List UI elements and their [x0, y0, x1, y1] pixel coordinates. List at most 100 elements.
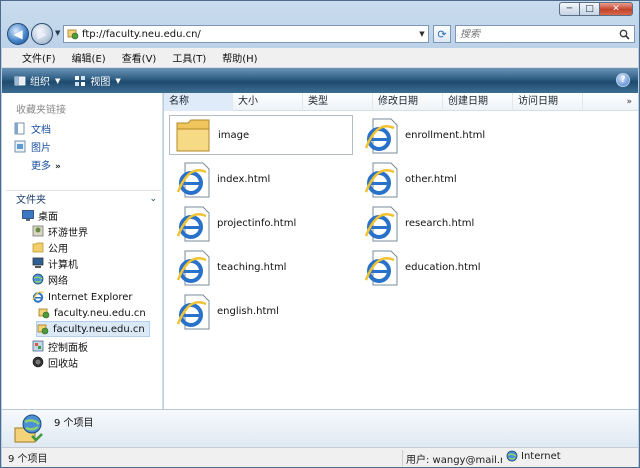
column-type[interactable]: 类型	[303, 92, 373, 111]
tree-item-label: 网络	[48, 275, 68, 287]
caption-buttons: ─ □ ✕	[559, 2, 633, 16]
help-button[interactable]: ?	[616, 73, 630, 87]
file-item[interactable]: enrollment.html	[357, 115, 541, 155]
favorite-documents-label: 文档	[31, 125, 51, 136]
tree-item-label: 环游世界	[48, 227, 88, 239]
file-item[interactable]: education.html	[357, 247, 541, 287]
menu-help[interactable]: 帮助(H)	[214, 50, 265, 65]
folders-header-label: 文件夹	[16, 195, 46, 206]
file-name: research.html	[405, 217, 475, 229]
ie-icon	[32, 291, 44, 303]
explorer-window: ─ □ ✕ ◀ ▶ ▼ ftp://faculty.neu.edu.cn/ ▼ …	[0, 0, 640, 468]
tree-item-label: 计算机	[48, 259, 78, 271]
close-button[interactable]: ✕	[599, 2, 633, 16]
status-user: 用户: wangy@mail.ne	[406, 455, 502, 466]
column-size[interactable]: 大小	[233, 92, 303, 111]
tree-item-label: 桌面	[38, 211, 58, 223]
more-chevron-icon: »	[55, 162, 61, 172]
chevron-down-icon: ⌄	[149, 193, 157, 204]
column-modified[interactable]: 修改日期	[373, 92, 443, 111]
html-file-icon	[176, 250, 210, 286]
file-name: english.html	[217, 305, 279, 317]
organize-dropdown-icon: ▼	[55, 76, 61, 85]
more-link[interactable]: 更多 »	[31, 157, 61, 172]
file-item[interactable]: projectinfo.html	[169, 203, 353, 243]
file-list-pane[interactable]: 名称 大小 类型 修改日期 创建日期 访问日期 » image enrollmen…	[164, 92, 638, 409]
organize-button[interactable]: 组织 ▼	[14, 73, 60, 88]
refresh-button[interactable]: ⟳	[433, 25, 451, 43]
forward-button[interactable]: ▶	[31, 23, 53, 45]
menu-edit[interactable]: 编辑(E)	[64, 50, 114, 65]
column-header-row: 名称 大小 类型 修改日期 创建日期 访问日期 »	[164, 92, 638, 111]
computer-icon	[32, 257, 44, 268]
column-name[interactable]: 名称	[164, 92, 233, 111]
details-item-count: 9 个项目	[54, 418, 94, 429]
column-accessed[interactable]: 访问日期	[513, 92, 583, 111]
tree-item-recycle-bin[interactable]: 回收站	[32, 354, 82, 370]
tree-item-label: Internet Explorer	[48, 291, 133, 303]
tree-item-label: faculty.neu.edu.cn	[53, 323, 145, 335]
file-name: image	[218, 129, 250, 141]
tree-item-control-panel[interactable]: 控制面板	[32, 338, 92, 354]
organize-icon	[14, 76, 26, 85]
more-label: 更多	[31, 161, 51, 172]
navigation-pane: 收藏夹链接 文档 图片 更多» 文件夹 ⌄ 桌面 环游世界 公用 计算机 网络 …	[2, 93, 163, 409]
file-item[interactable]: teaching.html	[169, 247, 353, 287]
search-box[interactable]	[455, 25, 635, 43]
organize-label: 组织	[30, 77, 50, 88]
html-file-icon	[176, 206, 210, 242]
command-bar: 组织 ▼ 视图 ▼ ?	[2, 68, 638, 93]
ftp-site-icon	[67, 29, 79, 40]
ftp-site-icon	[38, 308, 50, 319]
user-folder-icon	[32, 225, 44, 237]
tree-item-label: 回收站	[48, 358, 78, 370]
tree-item-label: 公用	[48, 243, 68, 255]
menu-view[interactable]: 查看(V)	[114, 50, 165, 65]
ftp-site-icon	[14, 414, 43, 443]
tree-item-desktop[interactable]: 桌面	[22, 207, 62, 223]
html-file-icon	[176, 162, 210, 198]
search-icon[interactable]	[619, 29, 630, 40]
folders-header[interactable]: 文件夹 ⌄	[6, 190, 161, 206]
recent-pages-dropdown[interactable]: ▼	[55, 29, 60, 37]
file-name: education.html	[405, 261, 481, 273]
html-file-icon	[364, 206, 398, 242]
tree-item-public[interactable]: 公用	[32, 239, 72, 255]
file-name: index.html	[217, 173, 271, 185]
file-item[interactable]: other.html	[357, 159, 541, 199]
tree-item-internet-explorer[interactable]: Internet Explorer	[32, 289, 137, 305]
folder-icon	[176, 119, 210, 152]
file-item[interactable]: research.html	[357, 203, 541, 243]
file-name: other.html	[405, 173, 457, 185]
favorite-pictures[interactable]: 图片	[14, 139, 51, 154]
views-icon	[75, 75, 86, 86]
file-item[interactable]: image	[169, 115, 353, 155]
favorite-documents[interactable]: 文档	[14, 121, 51, 136]
menu-file[interactable]: 文件(F)	[14, 50, 64, 65]
status-separator	[402, 450, 403, 466]
address-url[interactable]: ftp://faculty.neu.edu.cn/	[82, 29, 416, 40]
tree-item-computer[interactable]: 计算机	[32, 255, 82, 271]
views-dropdown-icon: ▼	[115, 76, 121, 85]
menu-tools[interactable]: 工具(T)	[164, 50, 214, 65]
tree-item-network[interactable]: 网络	[32, 271, 72, 287]
maximize-button[interactable]: □	[579, 2, 599, 16]
file-item[interactable]: english.html	[169, 291, 353, 331]
minimize-button[interactable]: ─	[559, 2, 579, 16]
views-button[interactable]: 视图 ▼	[74, 73, 121, 88]
file-item[interactable]: index.html	[169, 159, 353, 199]
column-created[interactable]: 创建日期	[443, 92, 513, 111]
documents-icon	[14, 122, 25, 135]
menu-bar: 文件(F) 编辑(E) 查看(V) 工具(T) 帮助(H)	[2, 48, 638, 68]
search-input[interactable]	[460, 28, 610, 40]
html-file-icon	[176, 294, 210, 330]
back-button[interactable]: ◀	[7, 23, 29, 45]
address-dropdown-icon[interactable]: ▼	[416, 30, 428, 38]
tree-item-user[interactable]: 环游世界	[32, 223, 92, 239]
folder-icon	[32, 242, 44, 253]
columns-more-icon[interactable]: »	[626, 97, 632, 107]
tree-item-ftp-site[interactable]: faculty.neu.edu.cn	[38, 305, 150, 321]
details-pane: 9 个项目	[2, 409, 638, 447]
address-bar[interactable]: ftp://faculty.neu.edu.cn/ ▼	[63, 25, 429, 43]
tree-item-ftp-site-selected[interactable]: faculty.neu.edu.cn	[36, 321, 150, 337]
